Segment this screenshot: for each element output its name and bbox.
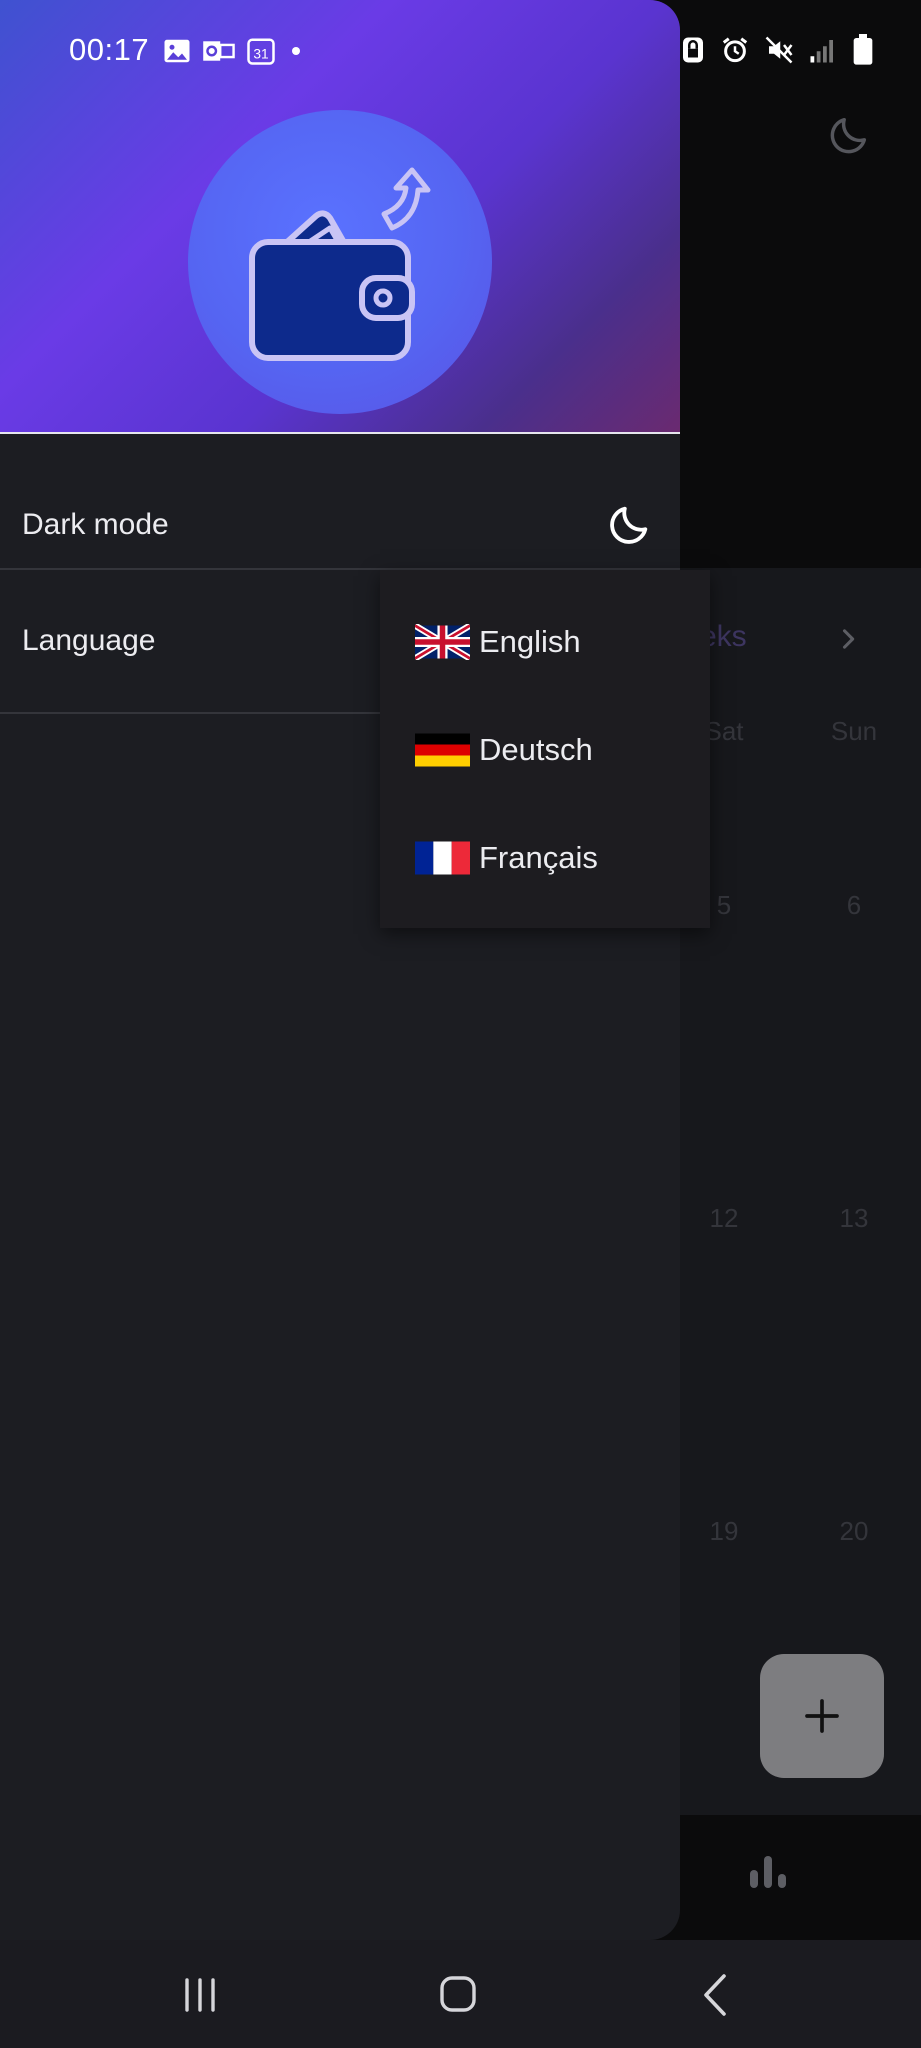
- calendar-31-icon: 31: [247, 38, 275, 65]
- calendar-day[interactable]: 6: [814, 890, 894, 921]
- calendar-day[interactable]: 19: [684, 1516, 764, 1547]
- weekday-sun: Sun: [830, 716, 878, 746]
- dark-mode-label: Dark mode: [22, 508, 169, 541]
- calendar-day[interactable]: 20: [814, 1516, 894, 1547]
- calendar-day[interactable]: 13: [814, 1203, 894, 1234]
- language-option-deutsch[interactable]: Deutsch: [380, 700, 710, 800]
- france-flag-icon: [415, 841, 470, 875]
- wallet-icon: [249, 167, 431, 361]
- language-option-francais[interactable]: Français: [380, 808, 710, 908]
- language-dropdown: English Deutsch Français: [380, 570, 710, 928]
- status-icons-right: [680, 34, 874, 66]
- language-option-english[interactable]: English: [380, 592, 710, 692]
- home-icon[interactable]: [428, 1968, 488, 2022]
- dark-mode-toggle-icon[interactable]: [826, 112, 872, 158]
- recent-apps-icon[interactable]: [170, 1968, 230, 2022]
- next-month-chevron-icon[interactable]: [834, 622, 862, 656]
- app-logo: [188, 110, 492, 414]
- add-entry-button[interactable]: [760, 1654, 884, 1778]
- signal-icon: [810, 40, 833, 63]
- language-option-label: Français: [479, 840, 598, 875]
- svg-text:31: 31: [253, 47, 268, 62]
- navigation-drawer: Dark mode Language: [0, 0, 680, 1940]
- moon-icon[interactable]: [606, 502, 652, 548]
- language-label: Language: [22, 624, 156, 657]
- alarm-icon: [722, 37, 748, 63]
- plus-icon: [805, 1699, 839, 1733]
- back-icon[interactable]: [686, 1968, 746, 2022]
- outlook-icon: [203, 41, 235, 61]
- vpn-lock-icon: [683, 37, 703, 63]
- mute-icon: [765, 36, 793, 64]
- status-time: 00:17: [69, 32, 150, 67]
- germany-flag-icon: [415, 733, 470, 767]
- gallery-icon: [164, 39, 190, 63]
- system-navigation-bar: [0, 1940, 921, 2048]
- battery-icon: [853, 34, 873, 65]
- dark-mode-row[interactable]: Dark mode: [0, 432, 680, 570]
- calendar-day[interactable]: 12: [684, 1203, 764, 1234]
- statistics-icon[interactable]: [748, 1852, 788, 1888]
- uk-flag-icon: [415, 624, 470, 660]
- notification-dot-icon: [292, 47, 300, 55]
- status-icons-left: 31: [162, 36, 306, 66]
- language-option-label: English: [479, 624, 581, 659]
- language-option-label: Deutsch: [479, 732, 593, 767]
